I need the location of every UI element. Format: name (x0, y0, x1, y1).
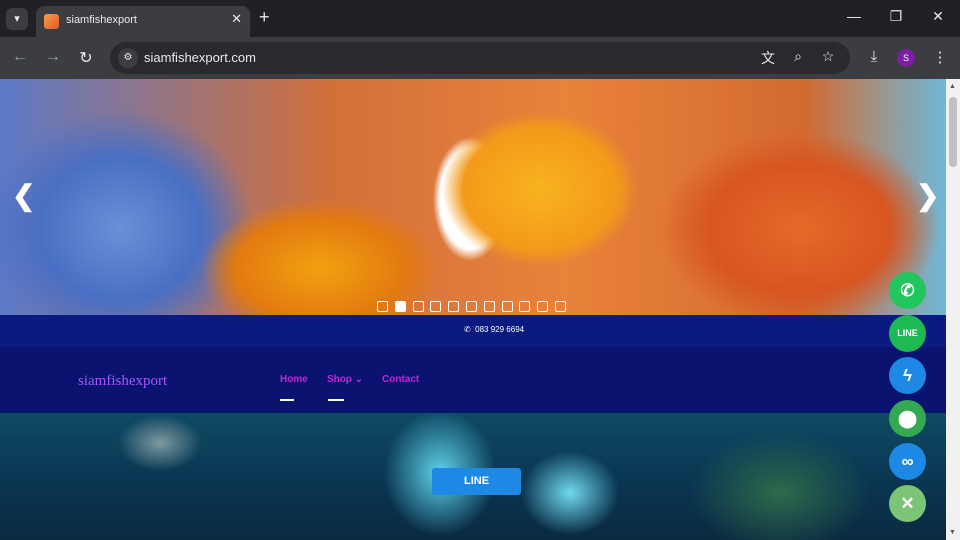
forward-icon[interactable]: → (43, 48, 63, 66)
carousel-dot[interactable] (465, 301, 477, 312)
line-button[interactable]: LINE (432, 468, 521, 495)
tab-title: siamfishexport (66, 14, 137, 26)
download-icon[interactable]: ⤓ (864, 48, 884, 65)
nav-home-underline (280, 399, 294, 401)
fab-close-button[interactable]: ✕ (889, 485, 926, 522)
hero-carousel: ❮ ❯ (0, 79, 946, 315)
carousel-dot[interactable] (430, 301, 442, 312)
carousel-dot[interactable] (448, 301, 460, 312)
site-favicon-icon (44, 14, 59, 29)
window-close-icon[interactable]: ✕ (926, 8, 950, 25)
scroll-down-icon[interactable]: ▼ (949, 529, 956, 536)
carousel-dot[interactable] (412, 301, 424, 312)
reload-icon[interactable]: ↻ (76, 48, 96, 68)
site-brand[interactable]: siamfishexport (78, 373, 167, 390)
ocean-banner: LINE (0, 413, 946, 540)
site-info-icon[interactable]: ⚙ (118, 48, 138, 68)
fab-phone-button[interactable]: ✆ (889, 272, 926, 309)
fab-link-button[interactable]: ∞ (889, 443, 926, 480)
messenger-icon: ϟ (903, 366, 912, 385)
carousel-next-icon[interactable]: ❯ (916, 179, 939, 212)
page-scrollbar[interactable]: ▲ ▼ (946, 79, 960, 540)
fab-map-button[interactable]: ⬤ (889, 400, 926, 437)
browser-toolbar: ← → ↻ ⚙ siamfishexport.com 文 ⌕ ☆ ⤓ S ⋮ (0, 37, 960, 79)
browser-tab[interactable]: siamfishexport ✕ (36, 6, 250, 37)
scroll-up-icon[interactable]: ▲ (949, 83, 956, 90)
address-bar[interactable]: ⚙ siamfishexport.com 文 ⌕ ☆ (110, 42, 850, 74)
fab-messenger-button[interactable]: ϟ (889, 357, 926, 394)
fab-line-button[interactable]: LINE (889, 315, 926, 352)
topbar-phone[interactable]: ✆ 083 929 6694 (464, 325, 524, 334)
nav-home[interactable]: Home (280, 374, 308, 385)
nav-shop-label: Shop (327, 374, 352, 385)
nav-shop-underline (328, 399, 344, 401)
new-tab-icon[interactable]: + (259, 7, 270, 28)
carousel-dot[interactable] (537, 301, 549, 312)
profile-avatar[interactable]: S (897, 49, 915, 67)
carousel-dot[interactable] (501, 301, 513, 312)
nav-contact[interactable]: Contact (382, 374, 419, 385)
line-icon: LINE (897, 328, 918, 338)
url-text[interactable]: siamfishexport.com (144, 50, 256, 65)
browser-tab-bar: ▾ siamfishexport ✕ + — ❐ ✕ (0, 0, 960, 37)
phone-icon: ✆ (464, 325, 471, 334)
tab-close-icon[interactable]: ✕ (231, 11, 242, 27)
zoom-icon[interactable]: ⌕ (788, 48, 808, 65)
close-icon: ✕ (900, 494, 915, 513)
carousel-dot[interactable] (519, 301, 531, 312)
map-pin-icon: ⬤ (897, 409, 918, 428)
tab-search-button[interactable]: ▾ (6, 8, 28, 30)
page-viewport: ❮ ❯ ✆ 083 929 6694 siamfishexport Home S… (0, 79, 946, 540)
restore-icon[interactable]: ❐ (884, 8, 908, 25)
translate-icon[interactable]: 文 (758, 48, 778, 68)
carousel-indicators (377, 299, 573, 312)
phone-icon: ✆ (900, 281, 915, 300)
scroll-thumb[interactable] (949, 97, 957, 167)
more-menu-icon[interactable]: ⋮ (930, 48, 950, 66)
carousel-prev-icon[interactable]: ❮ (12, 179, 35, 212)
contact-topbar: ✆ 083 929 6694 (0, 315, 946, 347)
main-navbar: siamfishexport Home Shop ⌄ Contact (0, 347, 946, 413)
link-icon: ∞ (901, 452, 914, 471)
phone-number: 083 929 6694 (475, 325, 525, 334)
carousel-dot[interactable] (377, 301, 388, 312)
chevron-down-icon: ⌄ (354, 374, 364, 385)
back-icon[interactable]: ← (10, 48, 30, 66)
minimize-icon[interactable]: — (842, 8, 866, 24)
carousel-dot[interactable] (483, 301, 495, 312)
bookmark-star-icon[interactable]: ☆ (818, 48, 838, 65)
nav-shop[interactable]: Shop ⌄ (327, 374, 363, 385)
carousel-dot[interactable] (394, 301, 406, 312)
carousel-dot[interactable] (554, 301, 566, 312)
